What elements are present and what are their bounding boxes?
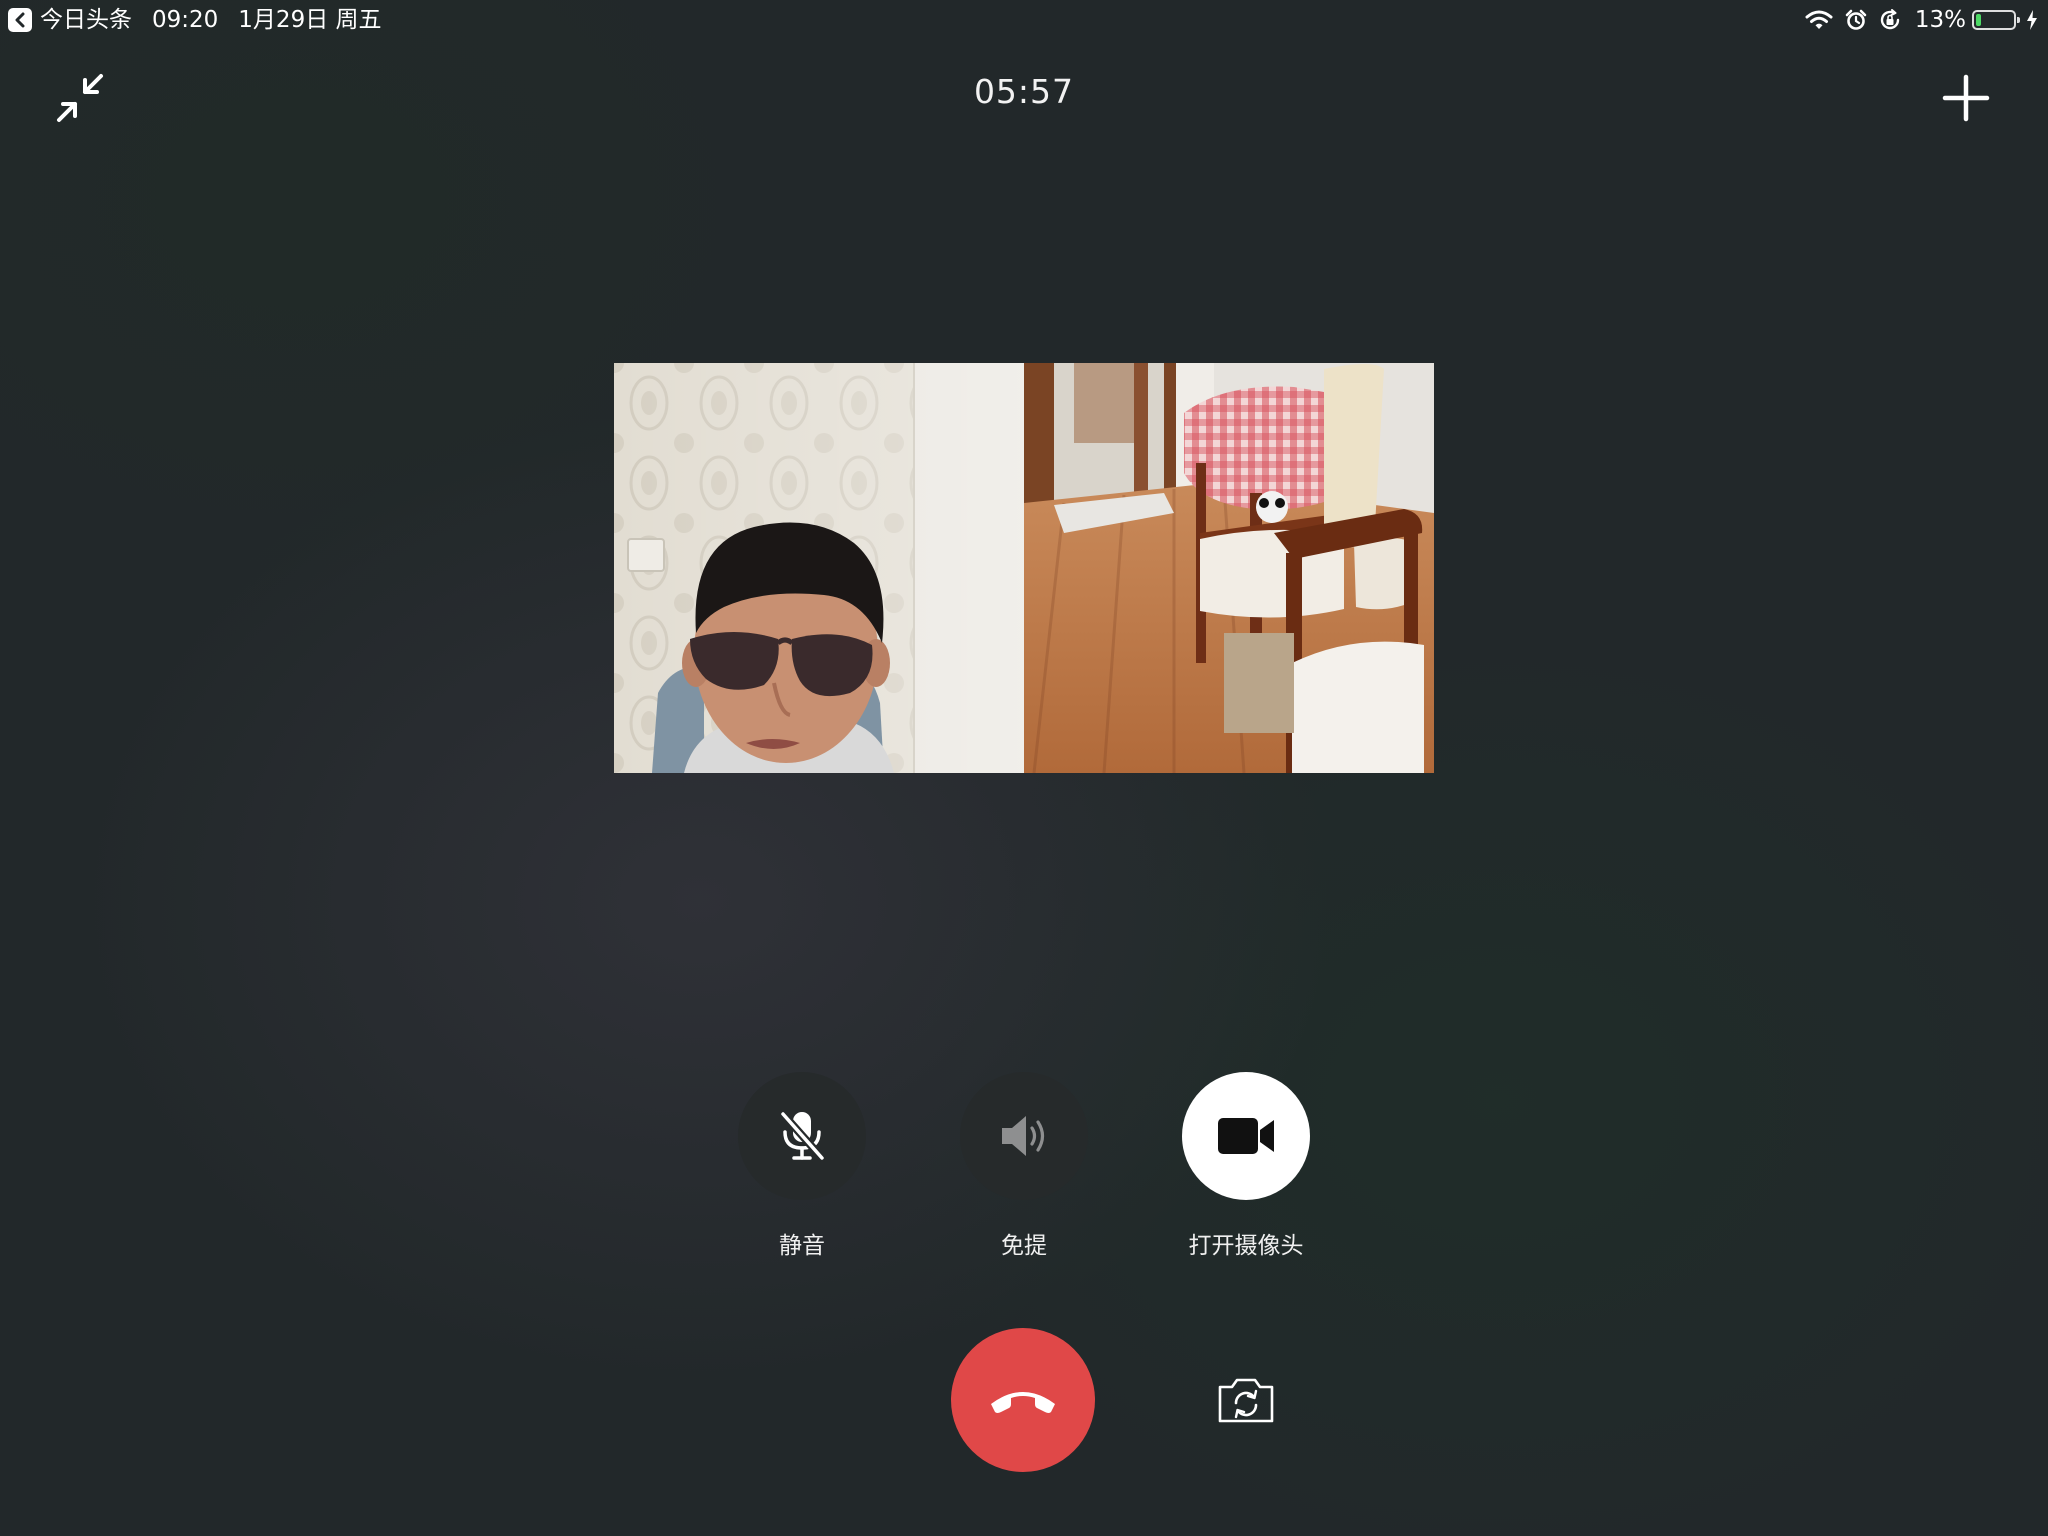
back-app-name[interactable]: 今日头条 [40,0,132,40]
status-date: 1月29日 周五 [238,7,382,33]
flip-camera-icon [1218,1378,1274,1423]
back-to-app-icon[interactable] [8,8,32,32]
mic-off-icon [779,1110,826,1162]
participant-video-1[interactable] [614,363,1024,773]
flip-camera-button[interactable] [1212,1372,1280,1428]
charging-icon [2026,9,2038,31]
minimize-arrows-icon [57,74,103,122]
hangup-button[interactable] [951,1328,1095,1472]
phone-hangup-icon [991,1392,1055,1413]
status-time: 09:20 [152,7,219,33]
speaker-icon [1002,1116,1045,1156]
camera-control: 打开摄像头 [1166,1072,1326,1260]
camera-label: 打开摄像头 [1188,1233,1304,1259]
speaker-label: 免提 [1001,1233,1047,1259]
video-camera-icon [1218,1118,1274,1154]
status-bar: 今日头条 09:20 1月29日 周五 13% [0,0,2048,40]
wifi-icon [1805,9,1833,31]
battery-fill [1976,14,1981,26]
battery-icon [1972,10,2020,30]
add-participant-button[interactable] [1936,68,1996,128]
participant-video-2[interactable] [1024,363,1434,773]
plus-icon [1942,74,1990,122]
mute-label: 静音 [779,1233,825,1259]
alarm-icon [1845,9,1867,31]
battery-nub [2017,17,2020,23]
status-right: 13% [1793,0,2038,40]
battery-percentage: 13% [1914,7,1966,33]
speaker-control: 免提 [944,1072,1104,1260]
speaker-button[interactable] [960,1072,1088,1200]
camera-button[interactable] [1182,1072,1310,1200]
status-left: 今日头条 09:20 1月29日 周五 [8,0,402,40]
video-grid [614,363,1434,773]
call-timer: 05:57 [973,72,1075,111]
minimize-button[interactable] [52,70,108,126]
rotation-lock-icon [1879,9,1901,31]
mute-control: 静音 [722,1072,882,1260]
mute-button[interactable] [738,1072,866,1200]
